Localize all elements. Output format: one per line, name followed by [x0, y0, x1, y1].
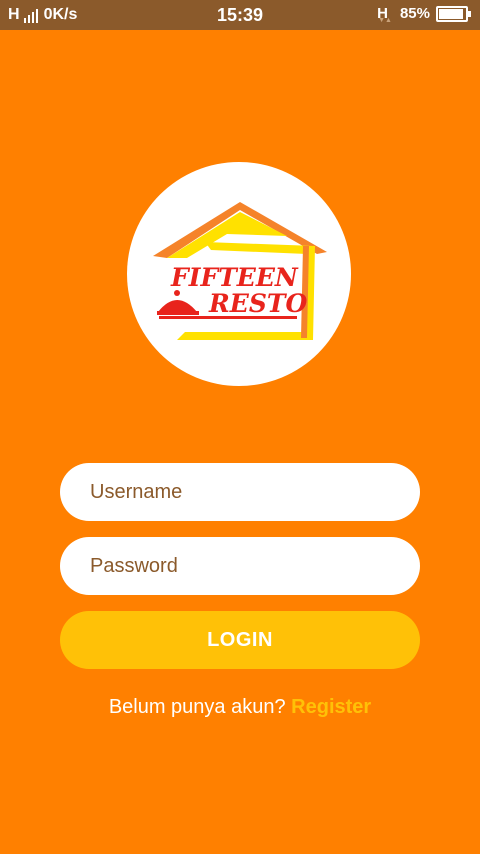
register-link[interactable]: Register: [291, 696, 371, 718]
register-prompt: Belum punya akun? Register: [0, 696, 480, 719]
username-input[interactable]: [60, 463, 420, 521]
logo: FIFTEEN RESTO: [127, 162, 351, 386]
login-button[interactable]: LOGIN: [60, 611, 420, 669]
logo-line2: RESTO: [208, 289, 307, 318]
logo-line1: FIFTEEN: [170, 263, 299, 292]
battery-icon: [436, 5, 471, 22]
battery-percent: 85%: [399, 5, 430, 22]
restaurant-logo-icon: FIFTEEN RESTO: [153, 202, 327, 340]
password-input[interactable]: [60, 537, 420, 595]
network-type-icon: H ▼▲: [377, 5, 392, 24]
battery-fill: [439, 8, 463, 19]
status-bar: H 0K/s 15:39 H ▼▲ 85%: [0, 0, 480, 30]
status-right: H ▼▲ 85%: [377, 5, 471, 24]
register-prompt-text: Belum punya akun?: [108, 696, 292, 718]
